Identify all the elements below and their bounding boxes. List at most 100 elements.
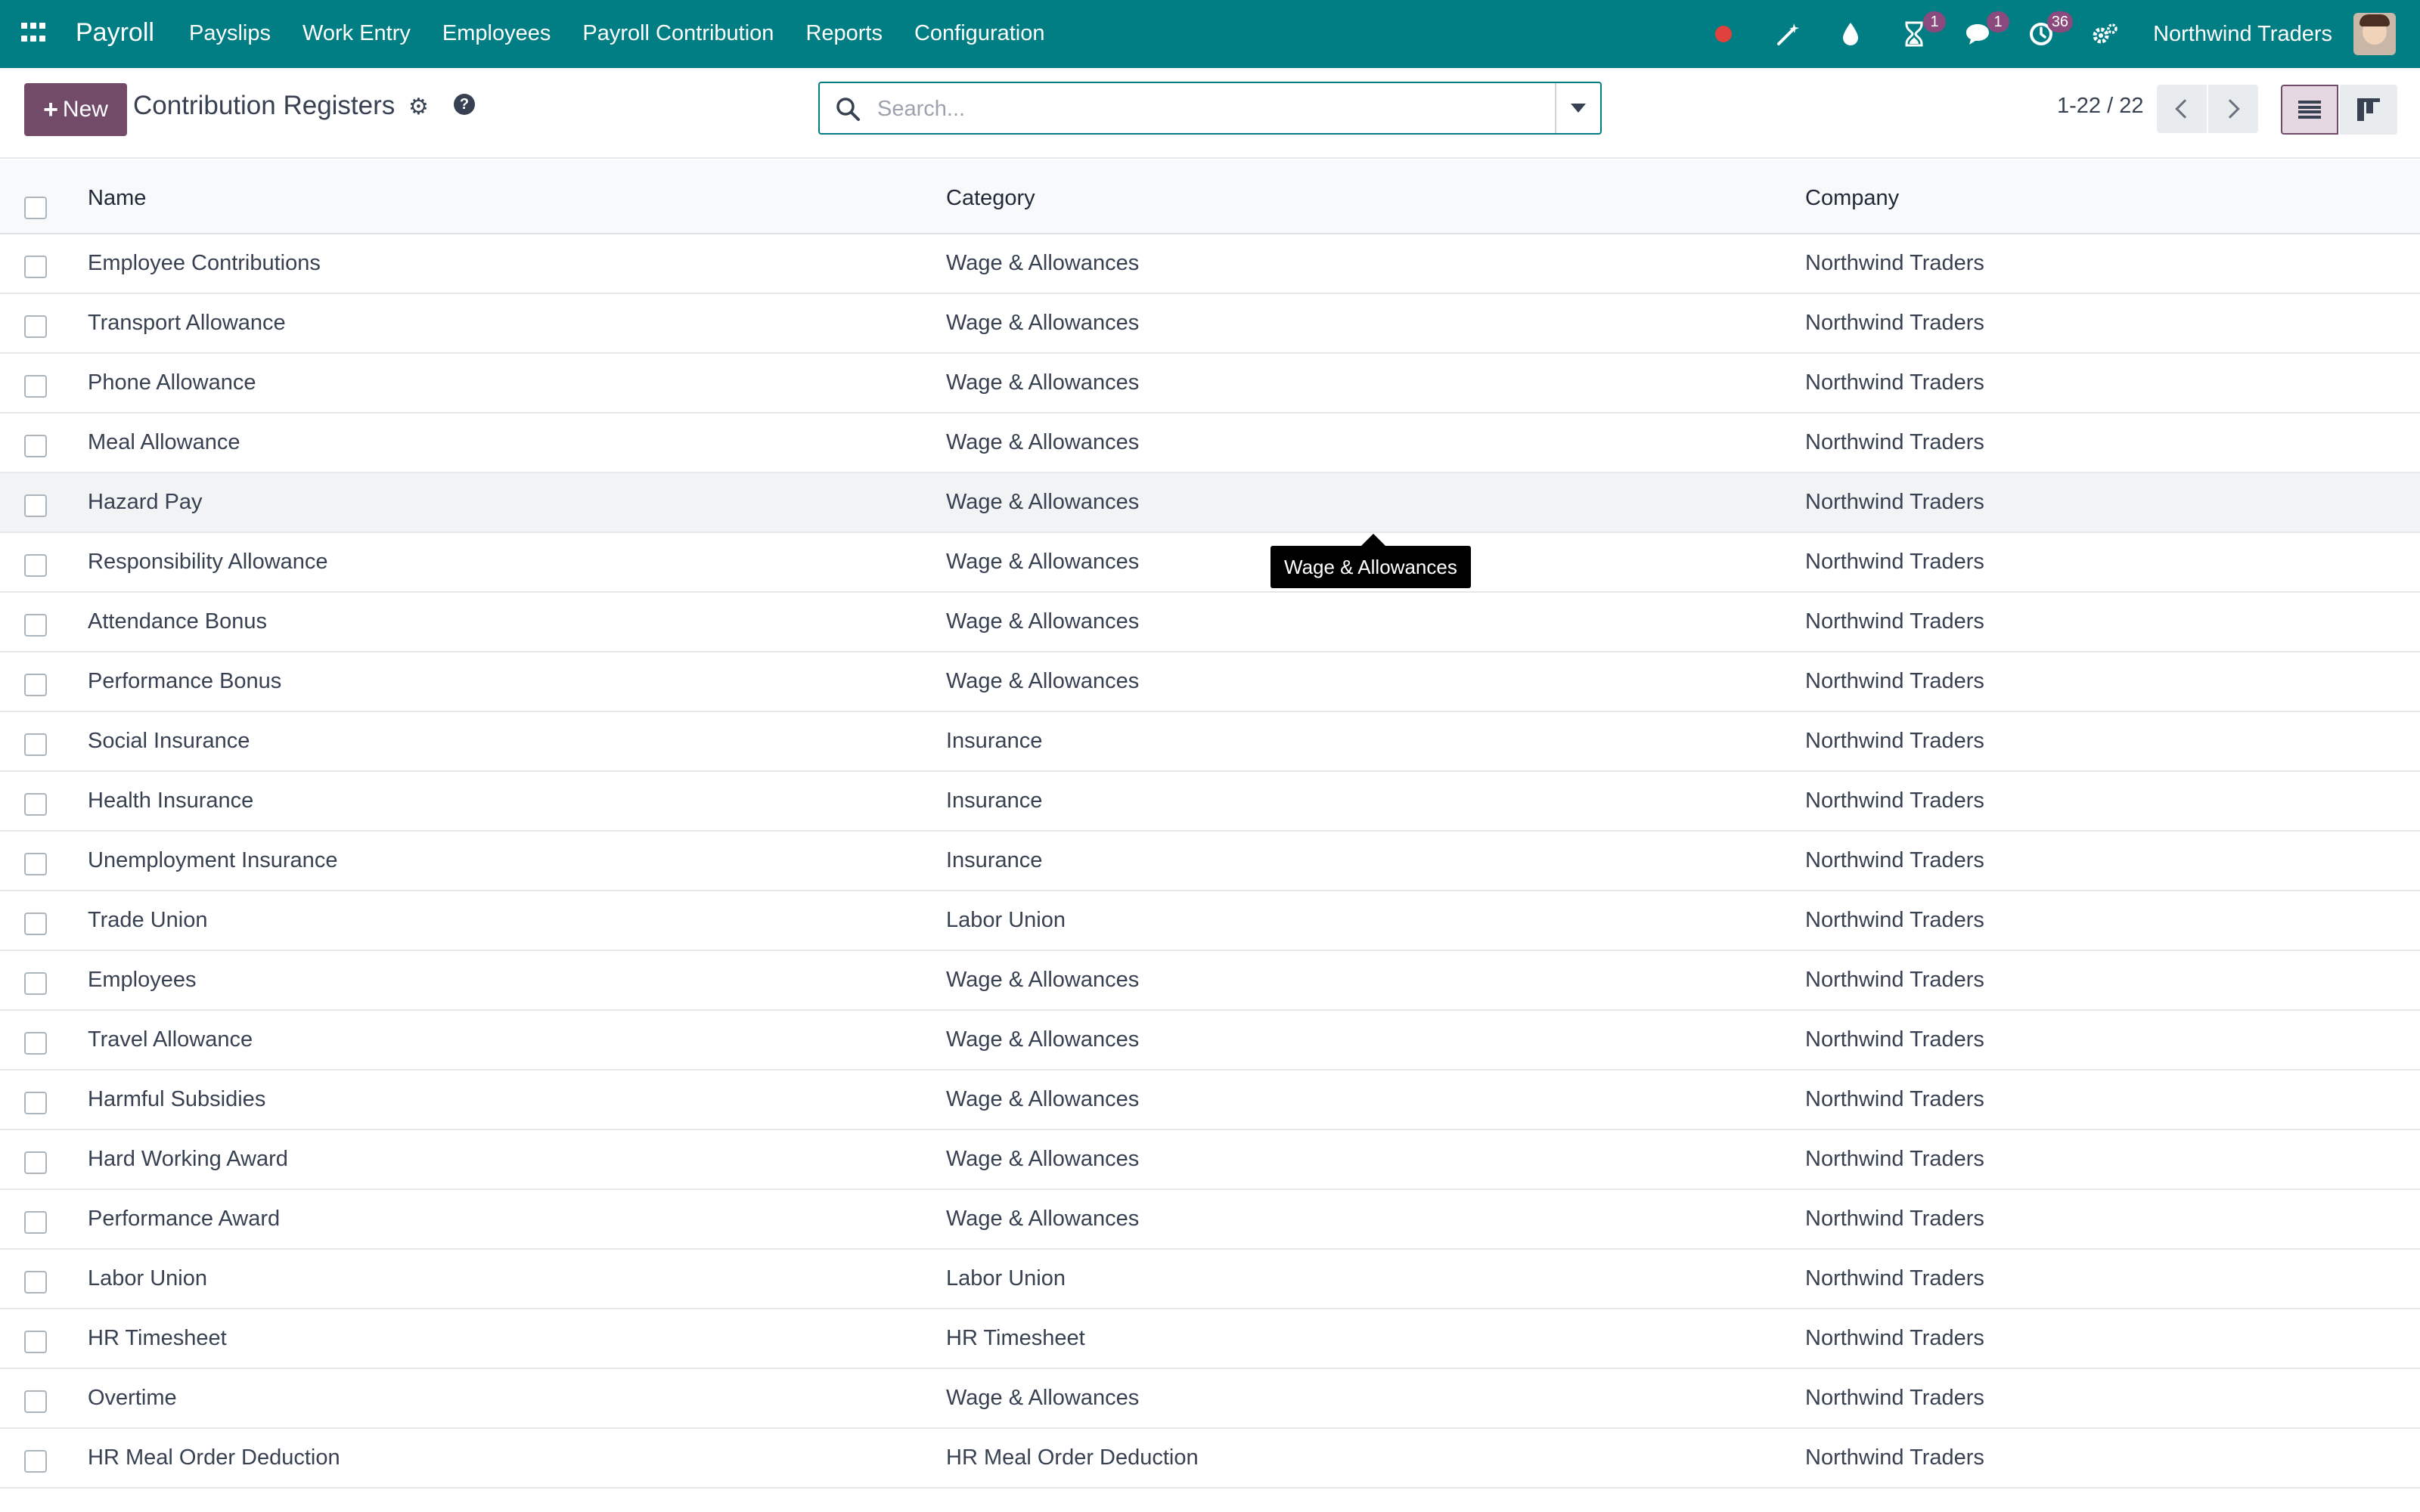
- row-checkbox[interactable]: [24, 912, 47, 935]
- cell-category: Insurance: [946, 789, 1043, 813]
- table-row[interactable]: Hard Working Award Wage & Allowances North…: [0, 1130, 2420, 1190]
- list-view-icon: [2298, 101, 2321, 119]
- plus-icon: +: [43, 94, 58, 124]
- table-row[interactable]: Social Insurance Insurance Northwind Trade…: [0, 712, 2420, 772]
- cell-category: Wage & Allowances: [946, 251, 1140, 275]
- row-checkbox[interactable]: [24, 315, 47, 338]
- search-options-toggle[interactable]: [1555, 83, 1600, 133]
- menu-reports[interactable]: Reports: [805, 21, 883, 46]
- clock-icon[interactable]: 36: [2026, 11, 2074, 49]
- cell-company: Northwind Traders: [1805, 430, 1984, 454]
- table-row[interactable]: Harmful Subsidies Wage & Allowances Northw…: [0, 1070, 2420, 1130]
- table-row[interactable]: Phone Allowance Wage & Allowances Northwin…: [0, 354, 2420, 414]
- menu-configuration[interactable]: Configuration: [914, 21, 1045, 46]
- cell-company: Northwind Traders: [1805, 550, 1984, 574]
- table-row[interactable]: Attendance Bonus Wage & Allowances Northwi…: [0, 593, 2420, 652]
- select-all-checkbox[interactable]: [24, 197, 47, 219]
- table-row[interactable]: HR Meal Order Deduction HR Meal Order Ded…: [0, 1429, 2420, 1489]
- user-avatar[interactable]: [2353, 13, 2396, 55]
- search-bar: [818, 82, 1602, 135]
- column-header-name[interactable]: Name: [88, 186, 146, 211]
- menu-payslips[interactable]: Payslips: [189, 21, 271, 46]
- row-checkbox[interactable]: [24, 1450, 47, 1473]
- search-input[interactable]: [877, 91, 1558, 127]
- new-button[interactable]: + New: [24, 83, 127, 136]
- cell-name: Hard Working Award: [88, 1147, 288, 1171]
- pager-next-button[interactable]: [2208, 85, 2258, 133]
- list-view-button[interactable]: [2281, 85, 2338, 135]
- row-checkbox[interactable]: [24, 494, 47, 517]
- pager-value[interactable]: 1-22 / 22: [2057, 94, 2143, 119]
- kanban-view-icon: [2357, 98, 2380, 121]
- messages-icon[interactable]: 1: [1962, 11, 2010, 49]
- table-row[interactable]: Labor Union Labor Union Northwind Traders: [0, 1250, 2420, 1309]
- systray: 1 1 36 Northwind Traders: [1708, 0, 2420, 68]
- table-header: Name Category Company: [0, 160, 2420, 234]
- cell-category: HR Timesheet: [946, 1326, 1085, 1350]
- row-checkbox[interactable]: [24, 375, 47, 398]
- table-row[interactable]: Employees Wage & Allowances Northwind Trad…: [0, 951, 2420, 1011]
- apps-menu-icon[interactable]: [21, 23, 47, 45]
- cell-company: Northwind Traders: [1805, 1386, 1984, 1410]
- table-row[interactable]: Performance Award Wage & Allowances Northw…: [0, 1190, 2420, 1250]
- cell-company: Northwind Traders: [1805, 968, 1984, 992]
- cell-name: Transport Allowance: [88, 311, 286, 335]
- cell-company: Northwind Traders: [1805, 1087, 1984, 1111]
- table-row[interactable]: Trade Union Labor Union Northwind Traders: [0, 891, 2420, 951]
- cell-name: Unemployment Insurance: [88, 848, 338, 872]
- menu-work-entry[interactable]: Work Entry: [302, 21, 411, 46]
- table-row[interactable]: Travel Allowance Wage & Allowances Northwi…: [0, 1011, 2420, 1070]
- cell-category: Wage & Allowances: [946, 311, 1140, 335]
- table-row[interactable]: HR Timesheet HR Timesheet Northwind Trader…: [0, 1309, 2420, 1369]
- row-checkbox[interactable]: [24, 793, 47, 816]
- row-checkbox[interactable]: [24, 1032, 47, 1055]
- table-row[interactable]: Unemployment Insurance Insurance Northwind…: [0, 832, 2420, 891]
- table-row[interactable]: Overtime Wage & Allowances Northwind Trade…: [0, 1369, 2420, 1429]
- cell-name: Employees: [88, 968, 197, 992]
- cell-name: Performance Bonus: [88, 669, 282, 693]
- row-checkbox[interactable]: [24, 1151, 47, 1174]
- menu-employees[interactable]: Employees: [442, 21, 551, 46]
- row-checkbox[interactable]: [24, 1390, 47, 1413]
- table-row[interactable]: Transport Allowance Wage & Allowances Nort…: [0, 294, 2420, 354]
- table-row[interactable]: Meal Allowance Wage & Allowances Northwind…: [0, 414, 2420, 473]
- row-checkbox[interactable]: [24, 733, 47, 756]
- cell-name: Phone Allowance: [88, 370, 256, 395]
- table-row[interactable]: Health Insurance Insurance Northwind Trade…: [0, 772, 2420, 832]
- table-row[interactable]: Employee Contributions Wage & Allowances N…: [0, 234, 2420, 294]
- cell-category: Wage & Allowances: [946, 669, 1140, 693]
- row-checkbox[interactable]: [24, 853, 47, 875]
- magic-wand-icon[interactable]: [1772, 19, 1802, 49]
- row-checkbox[interactable]: [24, 1271, 47, 1294]
- row-checkbox[interactable]: [24, 554, 47, 577]
- app-brand[interactable]: Payroll: [76, 18, 154, 48]
- help-icon[interactable]: ?: [454, 94, 475, 115]
- cell-company: Northwind Traders: [1805, 789, 1984, 813]
- table-row[interactable]: Performance Bonus Wage & Allowances Northw…: [0, 652, 2420, 712]
- row-checkbox[interactable]: [24, 435, 47, 457]
- tooltip: Wage & Allowances: [1270, 534, 1471, 588]
- search-icon: [836, 98, 860, 121]
- column-header-company[interactable]: Company: [1805, 186, 1899, 211]
- cell-company: Northwind Traders: [1805, 729, 1984, 753]
- row-checkbox[interactable]: [24, 1331, 47, 1353]
- table-row[interactable]: Hazard Pay Wage & Allowances Northwind Tra…: [0, 473, 2420, 533]
- row-checkbox[interactable]: [24, 614, 47, 637]
- menu-payroll-contribution[interactable]: Payroll Contribution: [582, 21, 774, 46]
- drop-icon[interactable]: [1835, 19, 1866, 49]
- main-menu: Payslips Work Entry Employees Payroll Co…: [189, 21, 1076, 46]
- settings-icon[interactable]: [2090, 19, 2120, 49]
- record-icon[interactable]: [1708, 19, 1739, 49]
- row-checkbox[interactable]: [24, 674, 47, 696]
- pager-previous-button[interactable]: [2157, 85, 2207, 133]
- table-row[interactable]: Responsibility Allowance Wage & Allowance…: [0, 533, 2420, 593]
- column-header-category[interactable]: Category: [946, 186, 1035, 211]
- kanban-view-button[interactable]: [2340, 85, 2397, 135]
- gear-icon[interactable]: ⚙: [408, 94, 429, 120]
- company-switcher[interactable]: Northwind Traders: [2153, 22, 2332, 47]
- row-checkbox[interactable]: [24, 1092, 47, 1114]
- row-checkbox[interactable]: [24, 1211, 47, 1234]
- hourglass-icon[interactable]: 1: [1899, 11, 1947, 49]
- row-checkbox[interactable]: [24, 972, 47, 995]
- row-checkbox[interactable]: [24, 256, 47, 278]
